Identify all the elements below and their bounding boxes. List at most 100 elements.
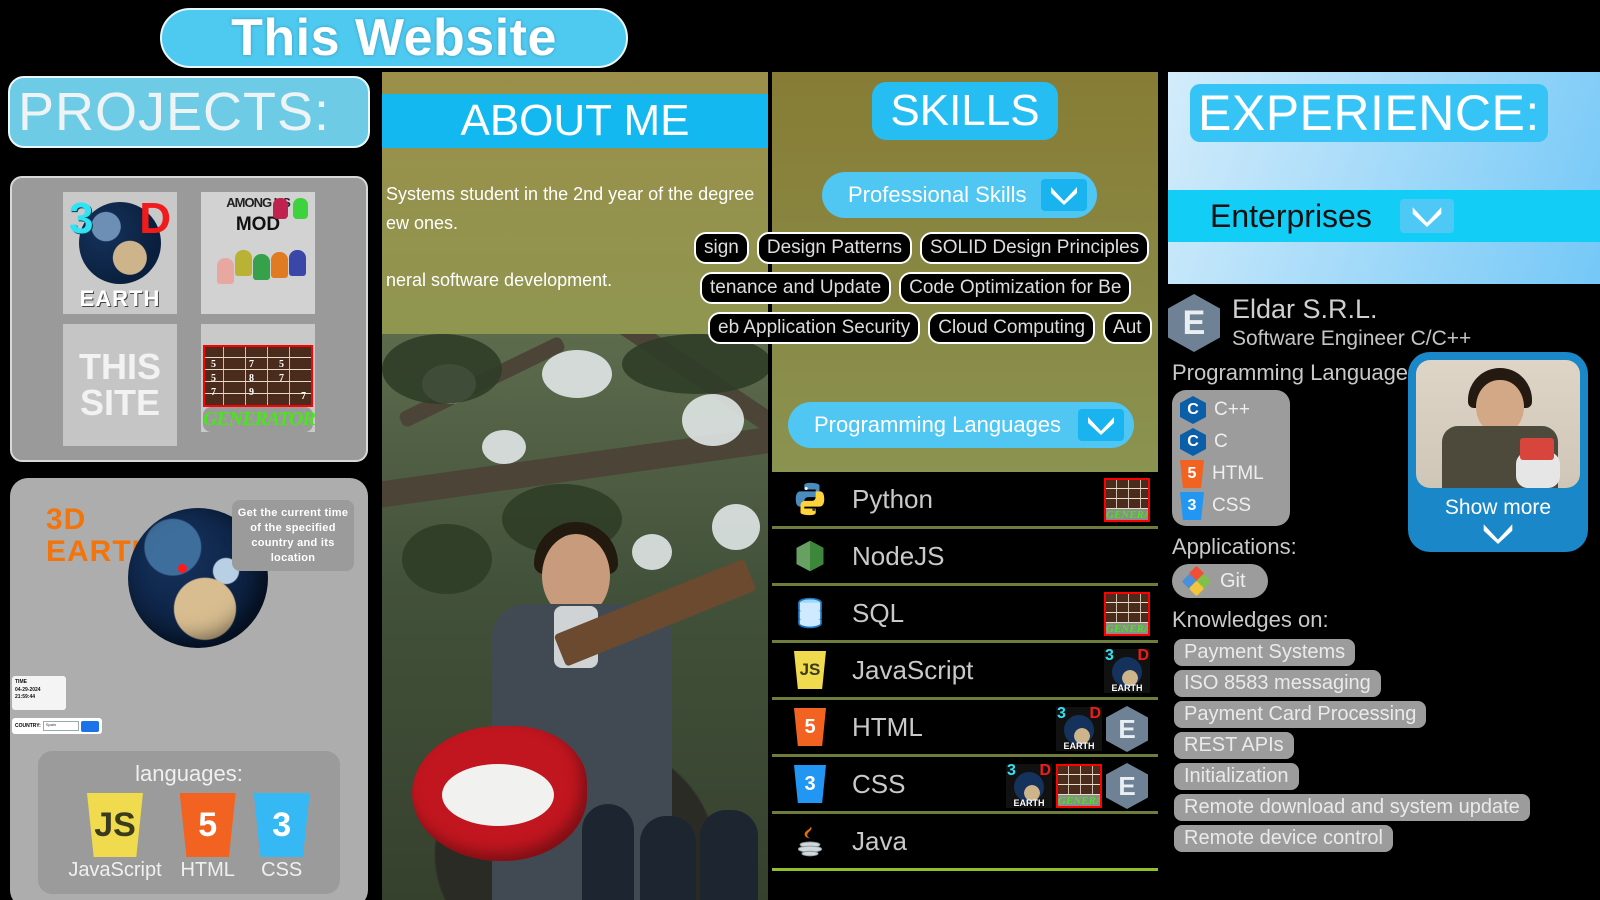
experience-languages-box: C C++ C C 5 HTML 3 CSS <box>1172 390 1290 526</box>
skill-row-java[interactable]: Java <box>772 814 1158 871</box>
knowledge-tag: Payment Systems <box>1174 639 1356 666</box>
thumb-this-site-line2: SITE <box>79 382 160 423</box>
application-label: Git <box>1220 569 1246 592</box>
thumb-3d-earth-d: D <box>139 194 171 243</box>
html-icon: 5 <box>790 707 830 747</box>
professional-skills-label: Professional Skills <box>848 182 1027 207</box>
skill-row-sql[interactable]: SQL GENERATOR <box>772 586 1158 643</box>
experience-language-cpp: C C++ <box>1180 396 1282 424</box>
country-widget[interactable]: COUNTRY: Spain <box>12 718 102 734</box>
language-label: HTML <box>180 859 235 881</box>
row-thumbnails: 3 D EARTH GENERATOR E <box>1006 763 1150 809</box>
skill-row-nodejs[interactable]: NodeJS <box>772 529 1158 586</box>
chevron-down-icon <box>1040 179 1087 211</box>
skill-tag[interactable]: Design Patterns <box>756 232 913 264</box>
thumb-chord-generator: GENERATOR <box>1056 764 1102 808</box>
application-git: Git <box>1172 564 1268 598</box>
skill-name: Python <box>852 483 933 514</box>
eldar-logo-icon: E <box>1168 294 1220 352</box>
chevron-down-icon <box>1416 522 1580 544</box>
skill-tag[interactable]: eb Application Security <box>708 311 921 344</box>
skills-column: SKILLS Professional Skills sign Design P… <box>694 72 1158 900</box>
thumb-3d-earth-3: 3 <box>69 194 94 243</box>
languages-caption: languages: <box>135 761 243 786</box>
skill-tag-row: tenance and Update Code Optimization for… <box>700 271 1158 304</box>
java-icon <box>790 821 830 861</box>
html-icon: 5 <box>179 793 236 857</box>
css-icon: 3 <box>790 764 830 804</box>
skill-row-html[interactable]: 5 HTML 3 D EARTH E <box>772 700 1158 757</box>
projects-heading: PROJECTS: <box>8 76 370 148</box>
language-label: HTML <box>1212 463 1264 484</box>
skill-row-python[interactable]: Python GENERATOR <box>772 472 1158 529</box>
skills-header-area: SKILLS Professional Skills sign Design P… <box>694 72 1158 472</box>
character-icon <box>253 254 270 280</box>
experience-body: E Eldar S.R.L. Software Engineer C/C++ P… <box>1162 284 1600 852</box>
projects-thumbnail-grid: 3 D EARTH THIS SITE AMONG US MOD 5 5 7 7… <box>10 176 368 462</box>
enterprises-toggle[interactable]: Enterprises <box>1168 190 1600 242</box>
skill-row-javascript[interactable]: JS JavaScript 3 D EARTH <box>772 643 1158 700</box>
language-html: 5 HTML <box>179 793 236 882</box>
thumb-eldar: E <box>1106 763 1150 809</box>
knowledge-tag: Payment Card Processing <box>1174 701 1427 728</box>
country-input[interactable]: Spain <box>42 721 79 731</box>
country-search-button[interactable] <box>81 720 99 732</box>
enterprises-label: Enterprises <box>1210 197 1372 234</box>
skill-name: NodeJS <box>852 540 945 571</box>
language-label: CSS <box>261 859 303 881</box>
thumb-eldar: E <box>1106 706 1150 752</box>
crewmate-icon <box>273 198 288 219</box>
project-detail-3d-earth: 3D EARTH Get the current time of the spe… <box>10 478 368 900</box>
show-more-label: Show more <box>1444 496 1552 519</box>
skill-tag[interactable]: tenance and Update <box>700 271 892 304</box>
skill-tag[interactable]: Code Optimization for Be <box>899 271 1132 304</box>
skill-row-css[interactable]: 3 CSS 3 D EARTH GENERATOR <box>772 757 1158 814</box>
chevron-down-icon <box>1399 199 1454 233</box>
project-thumb-chord-generator[interactable]: 5 5 7 7 8 9 5 7 7 GENERATOR <box>201 324 315 432</box>
experience-language-css: 3 CSS <box>1180 492 1282 520</box>
site-title: This Website <box>160 8 628 68</box>
page-root: This Website PROJECTS: 3 D EARTH THIS SI… <box>0 0 1600 900</box>
time-widget: TIME 04-29-2024 21:59:44 <box>12 676 66 710</box>
experience-column: EXPERIENCE: Enterprises E Eldar S.R.L. S… <box>1162 72 1600 900</box>
experience-heading: EXPERIENCE: <box>1190 84 1548 142</box>
git-icon <box>1181 565 1212 597</box>
skill-tag[interactable]: Cloud Computing <box>928 311 1096 344</box>
skills-language-list: Python GENERATOR NodeJS <box>772 472 1158 900</box>
nodejs-icon <box>790 536 830 576</box>
about-column: ABOUT ME Systems student in the 2nd year… <box>382 72 768 900</box>
row-thumbnails: 3 D EARTH <box>1104 649 1150 693</box>
skill-name: HTML <box>852 711 923 742</box>
project-thumb-among-us-mod[interactable]: AMONG US MOD <box>201 192 315 314</box>
skill-tag[interactable]: SOLID Design Principles <box>920 232 1150 264</box>
character-icon <box>289 250 306 276</box>
knowledge-tag: Remote device control <box>1174 825 1393 852</box>
company-role: Software Engineer C/C++ <box>1232 327 1472 351</box>
country-label: COUNTRY: <box>15 723 41 729</box>
language-label: C <box>1214 431 1228 452</box>
guitar-pickguard <box>442 764 554 826</box>
css-icon: 3 <box>253 793 310 857</box>
company-name: Eldar S.R.L. <box>1232 294 1378 324</box>
knowledge-list: Payment Systems ISO 8583 messaging Payme… <box>1174 639 1600 852</box>
about-line-1: Systems student in the 2nd year of the d… <box>386 184 755 204</box>
thumb-3d-earth-caption: EARTH <box>79 286 161 311</box>
company-row: E Eldar S.R.L. Software Engineer C/C++ <box>1168 294 1600 352</box>
thumb-generator-caption: GENERATOR <box>203 407 315 432</box>
language-label: CSS <box>1212 495 1252 516</box>
project-thumb-this-site[interactable]: THIS SITE <box>63 324 177 446</box>
earth-languages-box: languages: JS JavaScript 5 HTML 3 CSS <box>38 751 340 894</box>
knowledge-tag: Remote download and system update <box>1174 794 1530 821</box>
skill-tag[interactable]: Aut <box>1103 311 1152 344</box>
skill-tag[interactable]: sign <box>694 232 749 264</box>
earth-detail-note: Get the current time of the specified co… <box>232 500 354 572</box>
professional-skill-tags: sign Design Patterns SOLID Design Princi… <box>694 232 1158 352</box>
show-more-button[interactable]: Show more <box>1408 352 1588 552</box>
show-more-photo <box>1416 360 1580 488</box>
professional-skills-toggle[interactable]: Professional Skills <box>822 172 1097 218</box>
thumb-3d-earth: 3 D EARTH <box>1056 707 1102 751</box>
project-thumb-3d-earth[interactable]: 3 D EARTH <box>63 192 177 314</box>
knowledge-tag: REST APIs <box>1174 732 1294 759</box>
programming-languages-toggle[interactable]: Programming Languages <box>788 402 1134 448</box>
thumb-3d-earth: 3 D EARTH <box>1104 649 1150 693</box>
